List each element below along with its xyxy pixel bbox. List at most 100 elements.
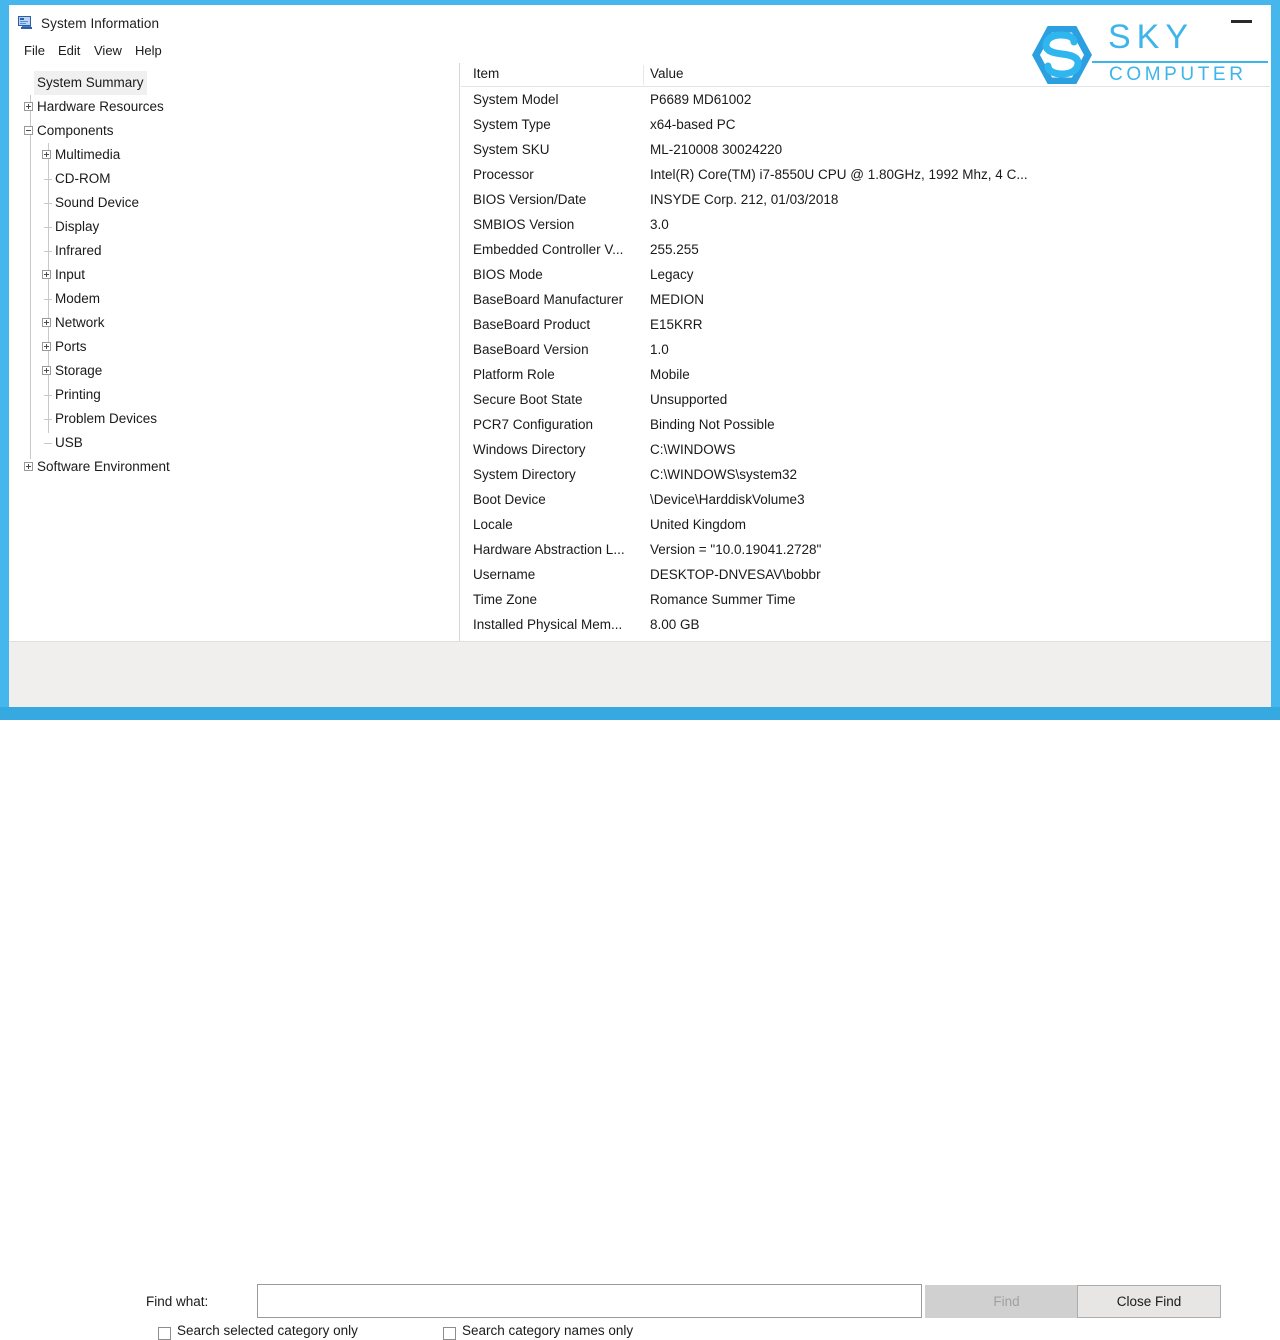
close-find-button[interactable]: Close Find	[1077, 1285, 1221, 1318]
tree-item-modem[interactable]: Modem	[10, 287, 450, 311]
table-row[interactable]: SMBIOS Version 3.0	[461, 212, 1270, 237]
table-row[interactable]: Hardware Abstraction L... Version = "10.0…	[461, 537, 1270, 562]
cell-value: P6689 MD61002	[650, 92, 752, 107]
cell-value: C:\WINDOWS	[650, 442, 736, 457]
table-row[interactable]: System Model P6689 MD61002	[461, 87, 1270, 112]
tree-item-components[interactable]: Components	[10, 119, 450, 143]
search-category-names-checkbox[interactable]: Search category names only	[443, 1323, 634, 1340]
table-row[interactable]: Boot Device \Device\HarddiskVolume3	[461, 487, 1270, 512]
tree-item-problem-devices[interactable]: Problem Devices	[10, 407, 450, 431]
tree-item-sound-device[interactable]: Sound Device	[10, 191, 450, 215]
tree-item-storage[interactable]: Storage	[10, 359, 450, 383]
menu-item-edit[interactable]: Edit	[53, 42, 85, 59]
menu-item-help[interactable]: Help	[130, 42, 167, 59]
cell-item: Secure Boot State	[473, 392, 583, 407]
tree-item-printing[interactable]: Printing	[10, 383, 450, 407]
tree-item-label: Infrared	[55, 243, 102, 258]
table-row[interactable]: BIOS Mode Legacy	[461, 262, 1270, 287]
cell-item: System Type	[473, 117, 551, 132]
tree-expand-icon[interactable]	[42, 366, 51, 375]
table-row[interactable]: Secure Boot State Unsupported	[461, 387, 1270, 412]
tree-expand-icon[interactable]	[42, 150, 51, 159]
tree-expand-icon[interactable]	[24, 462, 33, 471]
menu-item-file[interactable]: File	[19, 42, 50, 59]
tree-item-system-summary[interactable]: System Summary	[10, 71, 450, 95]
column-divider[interactable]	[643, 65, 644, 85]
tree-item-usb[interactable]: USB	[10, 431, 450, 455]
tree-item-label: Hardware Resources	[37, 99, 164, 114]
cell-item: Username	[473, 567, 536, 582]
search-selected-category-checkbox[interactable]: Search selected category only	[158, 1323, 358, 1340]
minimize-button[interactable]	[1219, 5, 1265, 35]
system-information-window: System Information File Edit View Help Syst…	[9, 5, 1271, 1340]
table-row[interactable]: Embedded Controller V... 255.255	[461, 237, 1270, 262]
find-what-label: Find what:	[146, 1294, 209, 1309]
tree-item-input[interactable]: Input	[10, 263, 450, 287]
cell-value: Legacy	[650, 267, 694, 282]
tree-item-software-environment[interactable]: Software Environment	[10, 455, 450, 479]
tree-item-infrared[interactable]: Infrared	[10, 239, 450, 263]
cell-item: BaseBoard Manufacturer	[473, 292, 624, 307]
cell-item: System SKU	[473, 142, 550, 157]
cell-item: BaseBoard Product	[473, 317, 591, 332]
column-header-value[interactable]: Value	[650, 66, 684, 81]
cell-item: Boot Device	[473, 492, 546, 507]
cell-item: BIOS Version/Date	[473, 192, 587, 207]
tree-item-network[interactable]: Network	[10, 311, 450, 335]
tree-item-display[interactable]: Display	[10, 215, 450, 239]
cell-value: 3.0	[650, 217, 669, 232]
table-row[interactable]: BaseBoard Manufacturer MEDION	[461, 287, 1270, 312]
table-row[interactable]: Windows Directory C:\WINDOWS	[461, 437, 1270, 462]
list-rows-container: System Model P6689 MD61002 System Type x64-…	[461, 87, 1270, 641]
tree-item-ports[interactable]: Ports	[10, 335, 450, 359]
tree-expand-icon[interactable]	[42, 318, 51, 327]
table-row[interactable]: BaseBoard Version 1.0	[461, 337, 1270, 362]
table-row[interactable]: Processor Intel(R) Core(TM) i7-8550U CPU …	[461, 162, 1270, 187]
tree-item-label: Problem Devices	[55, 411, 158, 426]
tree-collapse-icon[interactable]	[24, 126, 33, 135]
find-button[interactable]: Find	[925, 1285, 1088, 1318]
table-row[interactable]: System Directory C:\WINDOWS\system32	[461, 462, 1270, 487]
cell-value: ML-210008 30024220	[650, 142, 783, 157]
table-row[interactable]: BaseBoard Product E15KRR	[461, 312, 1270, 337]
find-bar: Find what: Find Close Find Search select…	[9, 641, 1271, 1340]
screenshot-frame: System Information File Edit View Help Syst…	[0, 0, 1280, 1340]
tree-item-label: Modem	[55, 291, 101, 306]
details-list-panel[interactable]: Item Value System Model P6689 MD61002 Syst…	[461, 63, 1270, 641]
column-header-item[interactable]: Item	[473, 66, 499, 81]
table-row[interactable]: System Type x64-based PC	[461, 112, 1270, 137]
cell-item: PCR7 Configuration	[473, 417, 594, 432]
table-row[interactable]: BIOS Version/Date INSYDE Corp. 212, 01/03…	[461, 187, 1270, 212]
tree-item-label: Ports	[55, 339, 87, 354]
cell-item: Platform Role	[473, 367, 555, 382]
table-row[interactable]: PCR7 Configuration Binding Not Possible	[461, 412, 1270, 437]
cell-value: Unsupported	[650, 392, 728, 407]
table-row[interactable]: Time Zone Romance Summer Time	[461, 587, 1270, 612]
table-row[interactable]: Locale United Kingdom	[461, 512, 1270, 537]
tree-item-cd-rom[interactable]: CD-ROM	[10, 167, 450, 191]
tree-item-hardware-resources[interactable]: Hardware Resources	[10, 95, 450, 119]
tree-expand-icon[interactable]	[42, 270, 51, 279]
cell-value: \Device\HarddiskVolume3	[650, 492, 805, 507]
tree-expand-icon[interactable]	[42, 342, 51, 351]
tree-leaf-connector	[44, 395, 52, 396]
frame-border-left	[0, 0, 9, 720]
table-row[interactable]: Platform Role Mobile	[461, 362, 1270, 387]
cell-value: C:\WINDOWS\system32	[650, 467, 798, 482]
find-input[interactable]	[257, 1284, 922, 1318]
category-tree-panel[interactable]: System Summary Hardware Resources Componen…	[10, 63, 460, 641]
tree-leaf-connector	[44, 299, 52, 300]
tree-item-label: CD-ROM	[55, 171, 111, 186]
cell-value: Version = "10.0.19041.2728"	[650, 542, 822, 557]
menu-item-view[interactable]: View	[89, 42, 127, 59]
table-row[interactable]: Installed Physical Mem... 8.00 GB	[461, 612, 1270, 637]
table-row[interactable]: Username DESKTOP-DNVESAV\bobbr	[461, 562, 1270, 587]
cell-value: United Kingdom	[650, 517, 747, 532]
checkbox-label: Search category names only	[462, 1323, 634, 1338]
table-row[interactable]: System SKU ML-210008 30024220	[461, 137, 1270, 162]
system-information-icon	[18, 16, 32, 29]
tree-expand-icon[interactable]	[24, 102, 33, 111]
tree-item-multimedia[interactable]: Multimedia	[10, 143, 450, 167]
cell-value: 1.0	[650, 342, 669, 357]
menu-bar: File Edit View Help	[9, 38, 1271, 63]
